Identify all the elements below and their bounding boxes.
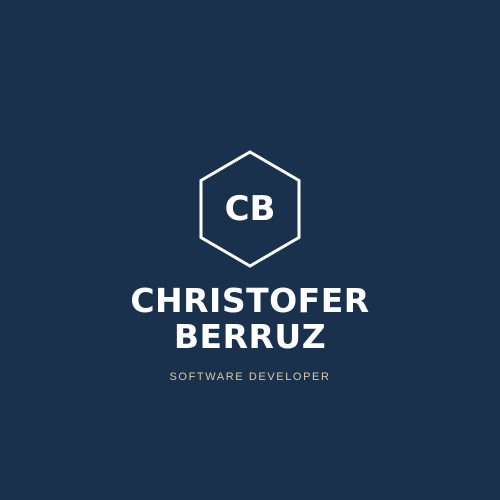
monogram-initials: CB: [224, 189, 276, 229]
logo-canvas: { "logo": { "monogram": "CB", "name_line…: [0, 0, 500, 500]
brand-tagline: SOFTWARE DEVELOPER: [169, 371, 331, 383]
brand-name-line-1: CHRISTOFER: [130, 281, 370, 320]
brand-name-line-2: BERRUZ: [173, 317, 327, 356]
brand-name: CHRISTOFER BERRUZ: [0, 283, 500, 355]
